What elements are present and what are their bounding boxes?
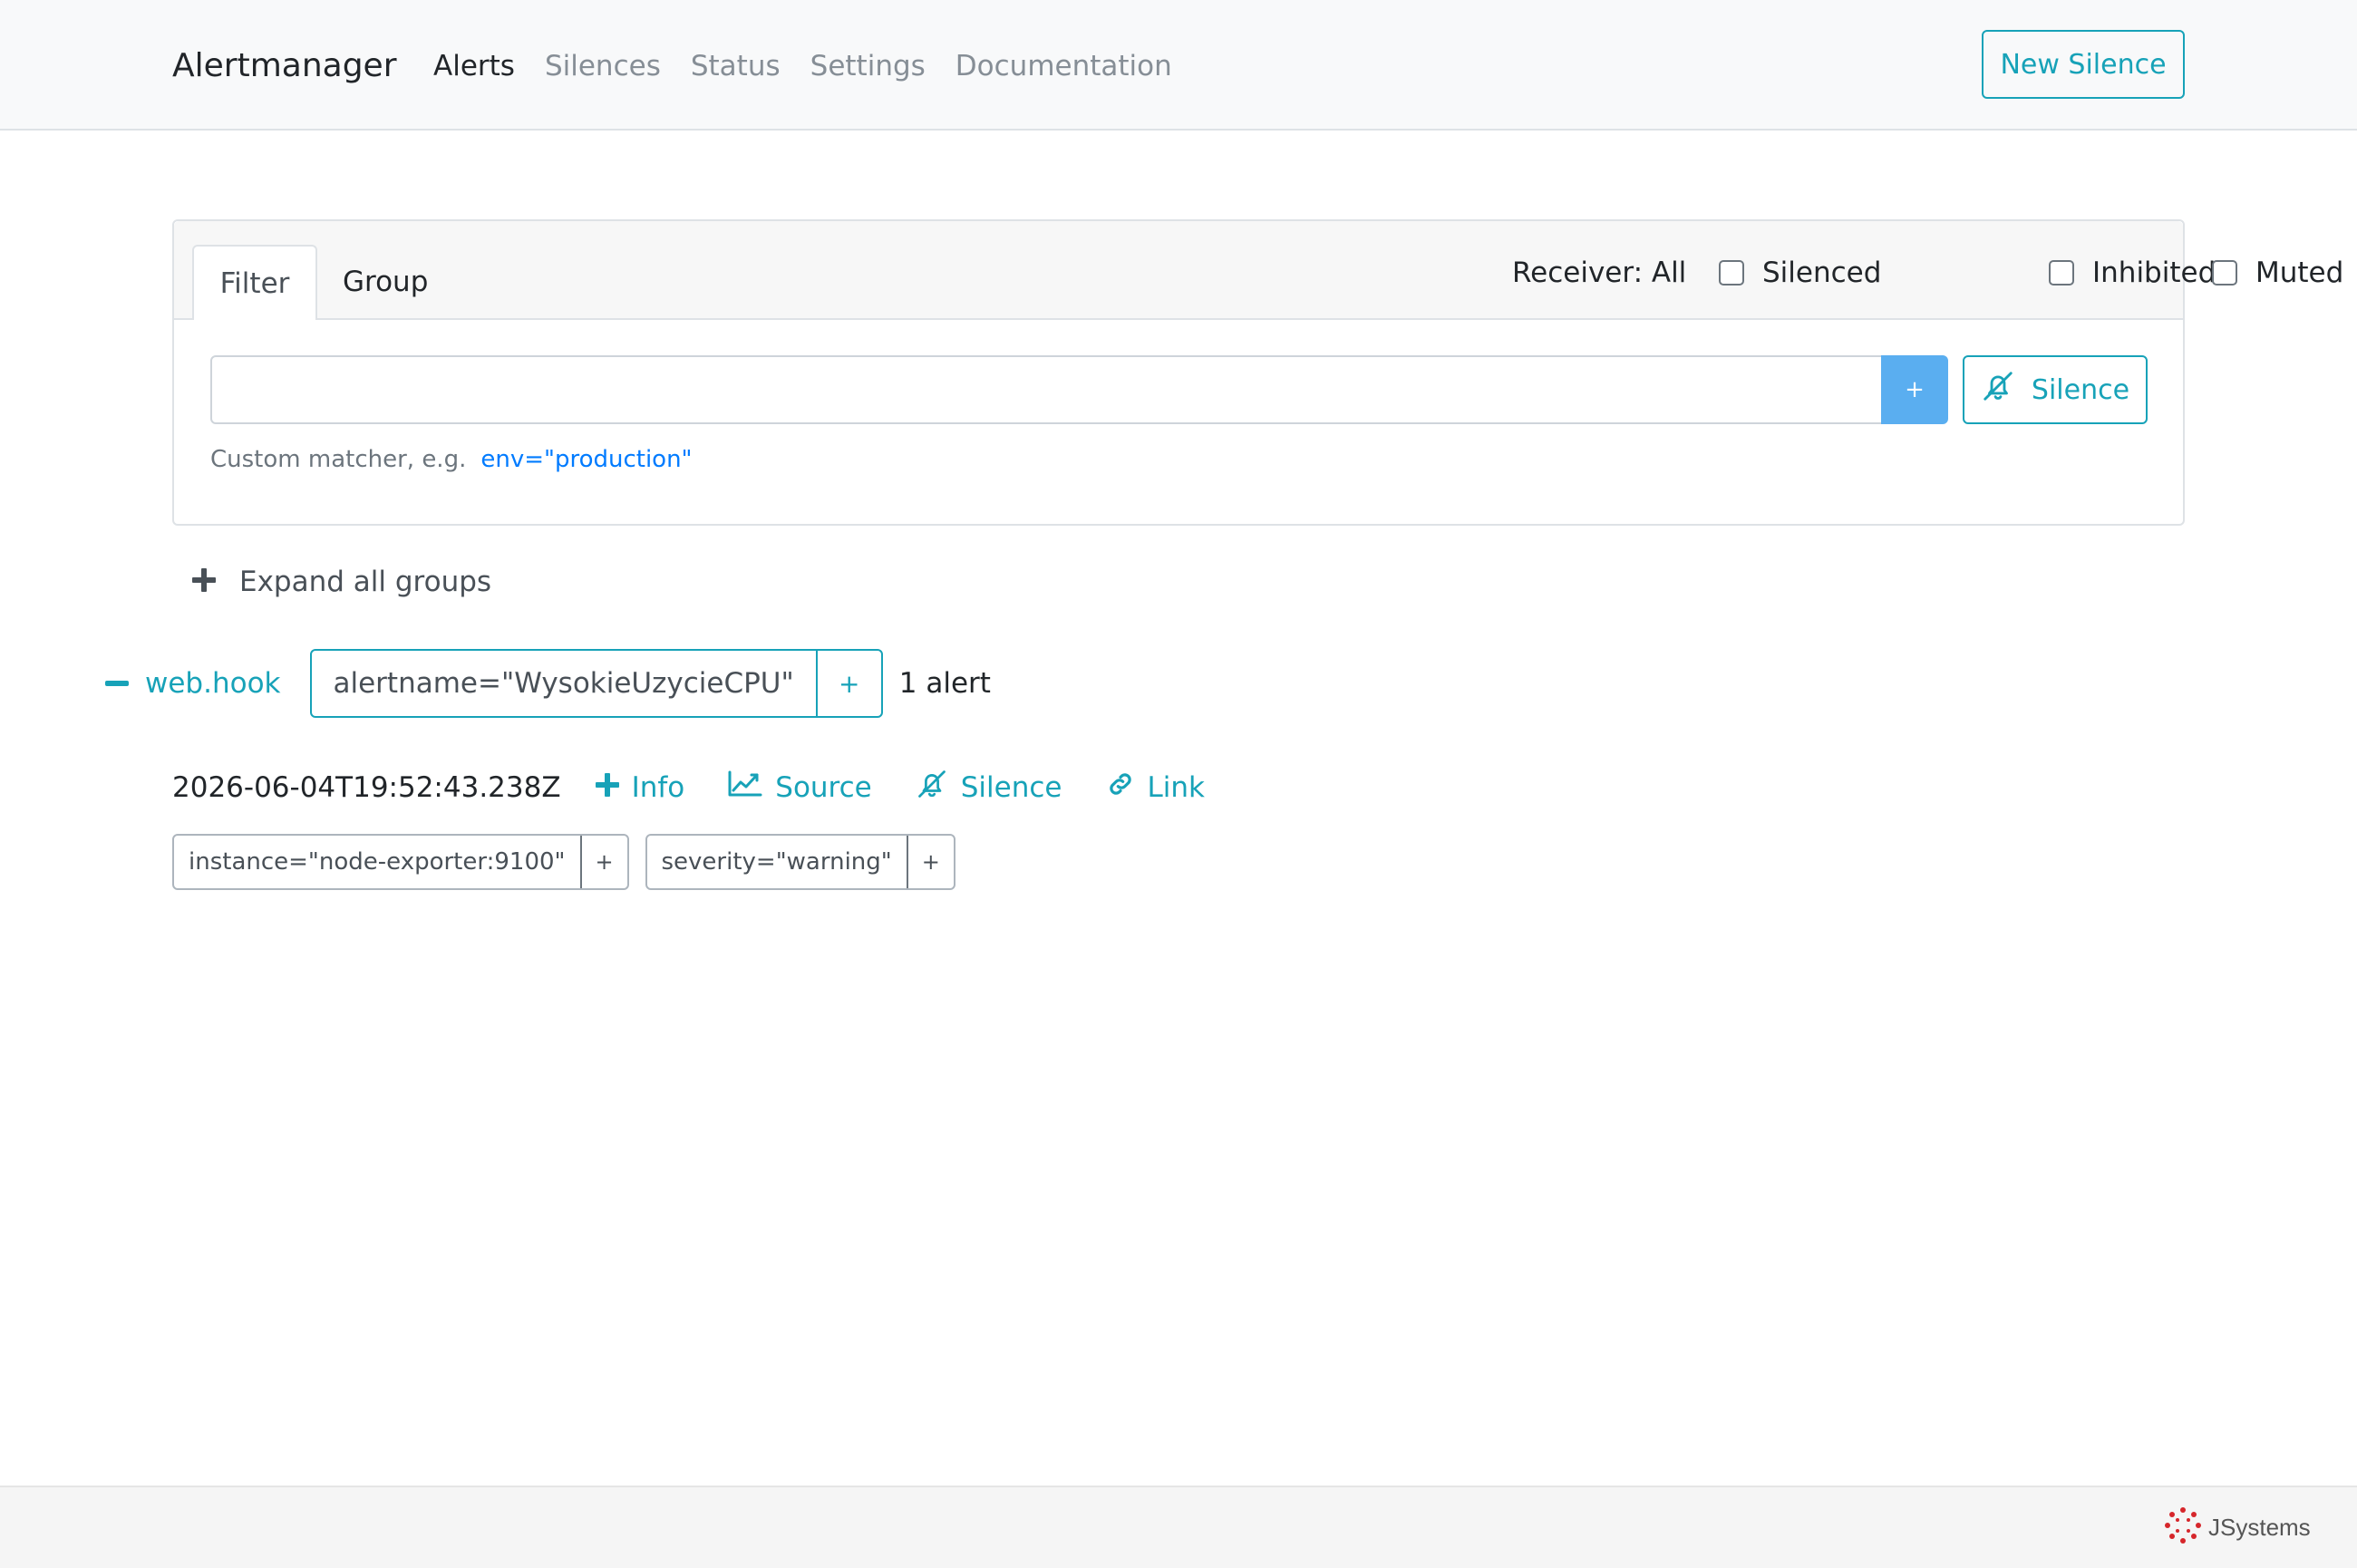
nav-silences[interactable]: Silences: [545, 45, 661, 87]
link-button[interactable]: Link: [1106, 769, 1205, 806]
logo-mark-icon: [2163, 1505, 2203, 1549]
plus-icon: [192, 568, 216, 595]
link-icon: [1106, 769, 1135, 806]
line-chart-icon: [728, 770, 762, 805]
group-matcher-text[interactable]: alertname="WysokieUzycieCPU": [312, 651, 818, 716]
receiver-selector[interactable]: Receiver: All: [1512, 252, 1686, 294]
silence-alert-label: Silence: [960, 771, 1062, 804]
label-instance-text[interactable]: instance="node-exporter:9100": [174, 836, 580, 888]
nav-documentation[interactable]: Documentation: [955, 45, 1172, 87]
label-chip-severity: severity="warning" +: [645, 834, 955, 890]
silenced-checkbox[interactable]: [1719, 260, 1744, 286]
nav-alerts[interactable]: Alerts: [433, 45, 515, 87]
group-matcher-chip: alertname="WysokieUzycieCPU" +: [309, 649, 883, 718]
label-instance-add-button[interactable]: +: [579, 836, 627, 888]
alert-timestamp: 2026-06-04T19:52:43.238Z: [172, 771, 561, 804]
group-receiver: web.hook: [145, 667, 281, 700]
bell-slash-icon: [916, 768, 948, 808]
brand-title[interactable]: Alertmanager: [172, 44, 397, 89]
footer: JSystems: [0, 1486, 2357, 1568]
source-button[interactable]: Source: [728, 770, 872, 805]
tab-group[interactable]: Group: [343, 261, 428, 303]
new-silence-button[interactable]: New Silence: [1982, 30, 2185, 99]
plus-icon: [595, 771, 619, 804]
alert-group-header: web.hook alertname="WysokieUzycieCPU" + …: [105, 649, 991, 718]
silence-alert-button[interactable]: Silence: [916, 768, 1062, 808]
expand-all-label: Expand all groups: [239, 566, 492, 598]
info-label: Info: [631, 771, 685, 804]
matcher-hint: Custom matcher, e.g. env="production": [210, 446, 693, 473]
logo-text: JSystems: [2208, 1513, 2311, 1541]
inhibited-toggle[interactable]: Inhibited: [2049, 252, 2216, 294]
group-matcher-add-button[interactable]: +: [818, 651, 881, 716]
hint-example-link[interactable]: env="production": [480, 446, 692, 473]
filter-card: Filter Group Receiver: All Silenced Inhi…: [172, 219, 2343, 526]
source-label: Source: [775, 771, 872, 804]
nav-links: Alerts Silences Status Settings Document…: [433, 45, 1172, 87]
alert-item: 2026-06-04T19:52:43.238Z Info Source Sil…: [172, 767, 1248, 808]
muted-label: Muted: [2255, 256, 2344, 289]
tab-filter[interactable]: Filter: [192, 245, 317, 320]
bell-slash-icon: [1981, 369, 2015, 411]
filter-card-header: Filter Group Receiver: All Silenced Inhi…: [174, 221, 2343, 320]
add-filter-button[interactable]: +: [1881, 355, 1948, 424]
silence-filter-button[interactable]: Silence: [1963, 355, 2148, 424]
label-severity-add-button[interactable]: +: [906, 836, 954, 888]
link-label: Link: [1147, 771, 1205, 804]
inhibited-label: Inhibited: [2092, 256, 2216, 289]
group-collapse-toggle[interactable]: web.hook: [105, 667, 281, 700]
minus-icon: [105, 681, 129, 686]
muted-toggle[interactable]: Muted: [2212, 252, 2343, 294]
hint-text: Custom matcher, e.g.: [210, 446, 467, 473]
alert-labels: instance="node-exporter:9100" + severity…: [172, 834, 955, 890]
nav-settings[interactable]: Settings: [810, 45, 926, 87]
label-severity-text[interactable]: severity="warning": [647, 836, 907, 888]
label-chip-instance: instance="node-exporter:9100" +: [172, 834, 629, 890]
filter-input[interactable]: [210, 355, 1883, 424]
silence-filter-label: Silence: [2031, 373, 2130, 406]
navbar: Alertmanager Alerts Silences Status Sett…: [0, 0, 2357, 131]
jsystems-logo: JSystems: [2163, 1505, 2311, 1549]
nav-status[interactable]: Status: [691, 45, 781, 87]
silenced-toggle[interactable]: Silenced: [1719, 252, 1881, 294]
silenced-label: Silenced: [1762, 256, 1882, 289]
muted-checkbox[interactable]: [2212, 260, 2237, 286]
inhibited-checkbox[interactable]: [2049, 260, 2074, 286]
info-button[interactable]: Info: [595, 771, 685, 804]
alert-count: 1 alert: [898, 667, 991, 700]
expand-all-groups[interactable]: Expand all groups: [192, 566, 491, 598]
